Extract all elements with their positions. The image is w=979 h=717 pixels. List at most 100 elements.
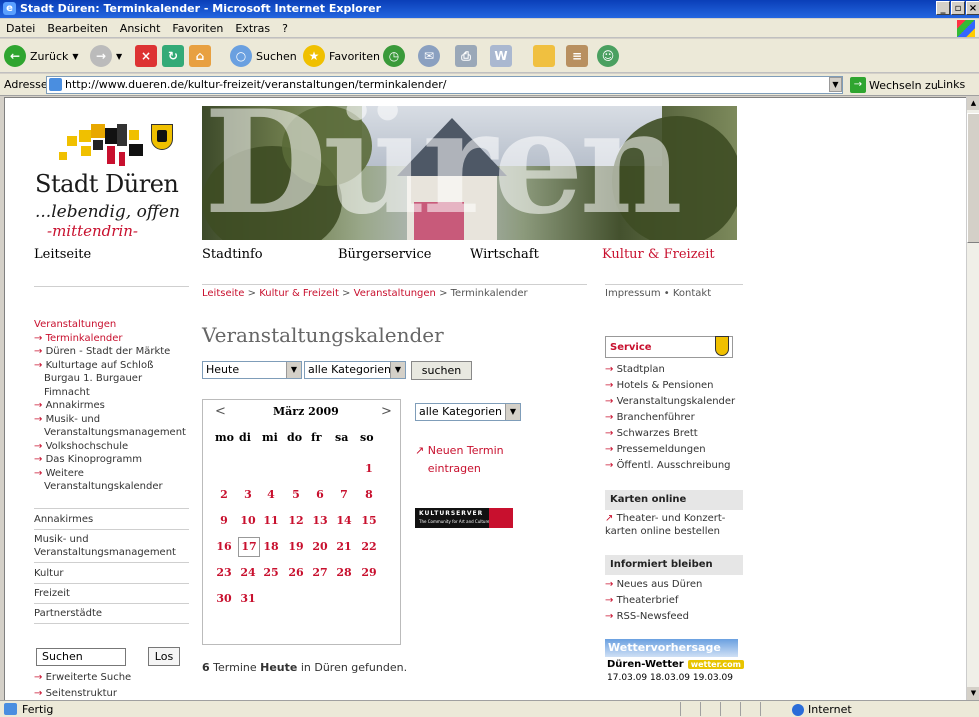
sitemap-link[interactable]: Seitenstruktur <box>34 686 131 700</box>
service-link[interactable]: Veranstaltungskalender <box>605 394 736 410</box>
left-nav-item[interactable]: Düren - Stadt der Märkte <box>34 345 189 359</box>
close-button[interactable]: × <box>966 1 979 15</box>
left-section-musik[interactable]: Musik- und Veranstaltungsmanagement <box>34 533 189 559</box>
minimize-button[interactable]: _ <box>936 1 950 15</box>
calendar-day[interactable]: 13 <box>310 514 330 527</box>
calendar-day[interactable]: 31 <box>238 592 258 605</box>
search-events-button[interactable]: suchen <box>411 361 472 380</box>
nav-stadtinfo[interactable]: Stadtinfo <box>202 247 263 262</box>
calendar-day[interactable]: 14 <box>334 514 354 527</box>
search-go-button[interactable]: Los <box>148 647 180 666</box>
vertical-scrollbar[interactable]: ▲ ▼ <box>966 97 979 700</box>
category-filter-select[interactable]: alle Kategorien ▼ <box>415 403 521 421</box>
left-section-kultur[interactable]: Kultur <box>34 567 189 580</box>
print-button[interactable]: ⎙ <box>455 44 477 68</box>
left-nav-heading[interactable]: Veranstaltungen <box>34 318 189 332</box>
nav-buergerservice[interactable]: Bürgerservice <box>338 247 431 262</box>
breadcrumb-kultur[interactable]: Kultur & Freizeit <box>259 288 339 299</box>
service-link[interactable]: Stadtplan <box>605 362 735 378</box>
scroll-down-icon[interactable]: ▼ <box>967 687 979 700</box>
informiert-link[interactable]: Neues aus Düren <box>605 577 703 593</box>
address-dropdown-icon[interactable]: ▼ <box>829 77 842 92</box>
calendar-day[interactable]: 19 <box>286 540 306 553</box>
service-link[interactable]: Schwarzes Brett <box>605 426 735 442</box>
service-link[interactable]: Öffentl. Ausschreibung <box>605 458 735 474</box>
service-link[interactable]: Branchenführer <box>605 410 735 426</box>
calendar-day[interactable]: 20 <box>310 540 330 553</box>
left-nav-item[interactable]: Annakirmes <box>34 399 189 413</box>
calendar-day[interactable]: 2 <box>214 488 234 501</box>
left-nav-item[interactable]: Musik- und Veranstaltungsmanagement <box>34 413 189 440</box>
left-nav-item[interactable]: Volkshochschule <box>34 440 189 454</box>
calendar-day[interactable]: 3 <box>238 488 258 501</box>
nav-wirtschaft[interactable]: Wirtschaft <box>470 247 539 262</box>
left-section-freizeit[interactable]: Freizeit <box>34 587 189 600</box>
calendar-day[interactable]: 21 <box>334 540 354 553</box>
calendar-day[interactable]: 5 <box>286 488 306 501</box>
menu-ansicht[interactable]: Ansicht <box>114 19 167 38</box>
left-section-annakirmes[interactable]: Annakirmes <box>34 513 189 526</box>
nav-kultur-freizeit[interactable]: Kultur & Freizeit <box>602 247 715 262</box>
advanced-search-link[interactable]: Erweiterte Suche <box>34 670 132 686</box>
calendar-day[interactable]: 29 <box>359 566 379 579</box>
impressum-kontakt-links[interactable]: Impressum • Kontakt <box>605 288 711 299</box>
nav-leitseite[interactable]: Leitseite <box>34 247 91 262</box>
calendar-day[interactable]: 23 <box>214 566 234 579</box>
calendar-day[interactable]: 11 <box>261 514 281 527</box>
new-event-link[interactable]: ↗ Neuen Termin eintragen <box>415 442 518 478</box>
messenger-button[interactable]: ☺ <box>597 44 619 68</box>
calendar-day[interactable]: 30 <box>214 592 234 605</box>
research-button[interactable]: ≡ <box>566 44 588 68</box>
karten-link[interactable]: ↗ Theater- und Konzert-karten online bes… <box>605 512 735 538</box>
folder-button[interactable] <box>533 44 555 68</box>
scroll-thumb[interactable] <box>967 113 979 243</box>
history-button[interactable]: ◷ <box>383 44 405 68</box>
search-button[interactable]: ○ Suchen <box>230 44 297 68</box>
left-nav-item[interactable]: Weitere Veranstaltungskalender <box>34 467 189 494</box>
links-button[interactable]: Links <box>937 78 965 91</box>
calendar-day[interactable]: 25 <box>261 566 281 579</box>
maximize-button[interactable]: ▫ <box>951 1 965 15</box>
service-link[interactable]: Pressemeldungen <box>605 442 735 458</box>
scroll-up-icon[interactable]: ▲ <box>967 97 979 110</box>
window-titlebar[interactable]: e Stadt Düren: Terminkalender - Microsof… <box>0 0 979 18</box>
calendar-day[interactable]: 10 <box>238 514 258 527</box>
kulturserver-logo[interactable]: KULTURSERVER The Community for Art and C… <box>415 508 513 528</box>
back-button[interactable]: ← Zurück ▼ <box>4 44 79 68</box>
calendar-day-today[interactable]: 17 <box>238 537 260 557</box>
calendar-day[interactable]: 6 <box>310 488 330 501</box>
calendar-day[interactable]: 9 <box>214 514 234 527</box>
calendar-day[interactable]: 18 <box>261 540 281 553</box>
calendar-prev-button[interactable]: < <box>215 404 226 419</box>
calendar-day[interactable]: 16 <box>214 540 234 553</box>
menu-favoriten[interactable]: Favoriten <box>166 19 229 38</box>
breadcrumb-leitseite[interactable]: Leitseite <box>202 288 244 299</box>
left-section-partnerstaedte[interactable]: Partnerstädte <box>34 607 189 620</box>
calendar-day[interactable]: 8 <box>359 488 379 501</box>
menu-help[interactable]: ? <box>276 19 294 38</box>
calendar-day[interactable]: 26 <box>286 566 306 579</box>
stop-button[interactable]: × <box>135 44 157 68</box>
service-link[interactable]: Hotels & Pensionen <box>605 378 735 394</box>
calendar-day[interactable]: 1 <box>359 462 379 475</box>
weather-widget[interactable]: Wettervorhersage Düren-Wetter wetter.com … <box>605 639 744 700</box>
edit-button[interactable]: W <box>490 44 512 68</box>
period-select[interactable]: Heute ▼ <box>202 361 302 379</box>
informiert-link[interactable]: RSS-Newsfeed <box>605 609 702 625</box>
breadcrumb-veranstaltungen[interactable]: Veranstaltungen <box>354 288 436 299</box>
left-nav-item[interactable]: Das Kinoprogramm <box>34 453 189 467</box>
menu-datei[interactable]: Datei <box>0 19 41 38</box>
home-button[interactable]: ⌂ <box>189 44 211 68</box>
menu-bearbeiten[interactable]: Bearbeiten <box>41 19 113 38</box>
menu-extras[interactable]: Extras <box>229 19 276 38</box>
go-button[interactable]: → Wechseln zu <box>850 77 938 93</box>
calendar-day[interactable]: 4 <box>261 488 281 501</box>
left-nav-item[interactable]: Terminkalender <box>34 332 189 346</box>
site-logo[interactable]: Stadt Düren ...lebendig, offen -mittendr… <box>35 118 185 248</box>
calendar-day[interactable]: 12 <box>286 514 306 527</box>
calendar-next-button[interactable]: > <box>381 404 392 419</box>
calendar-day[interactable]: 22 <box>359 540 379 553</box>
calendar-day[interactable]: 7 <box>334 488 354 501</box>
calendar-day[interactable]: 15 <box>359 514 379 527</box>
address-input[interactable]: http://www.dueren.de/kultur-freizeit/ver… <box>46 76 843 94</box>
